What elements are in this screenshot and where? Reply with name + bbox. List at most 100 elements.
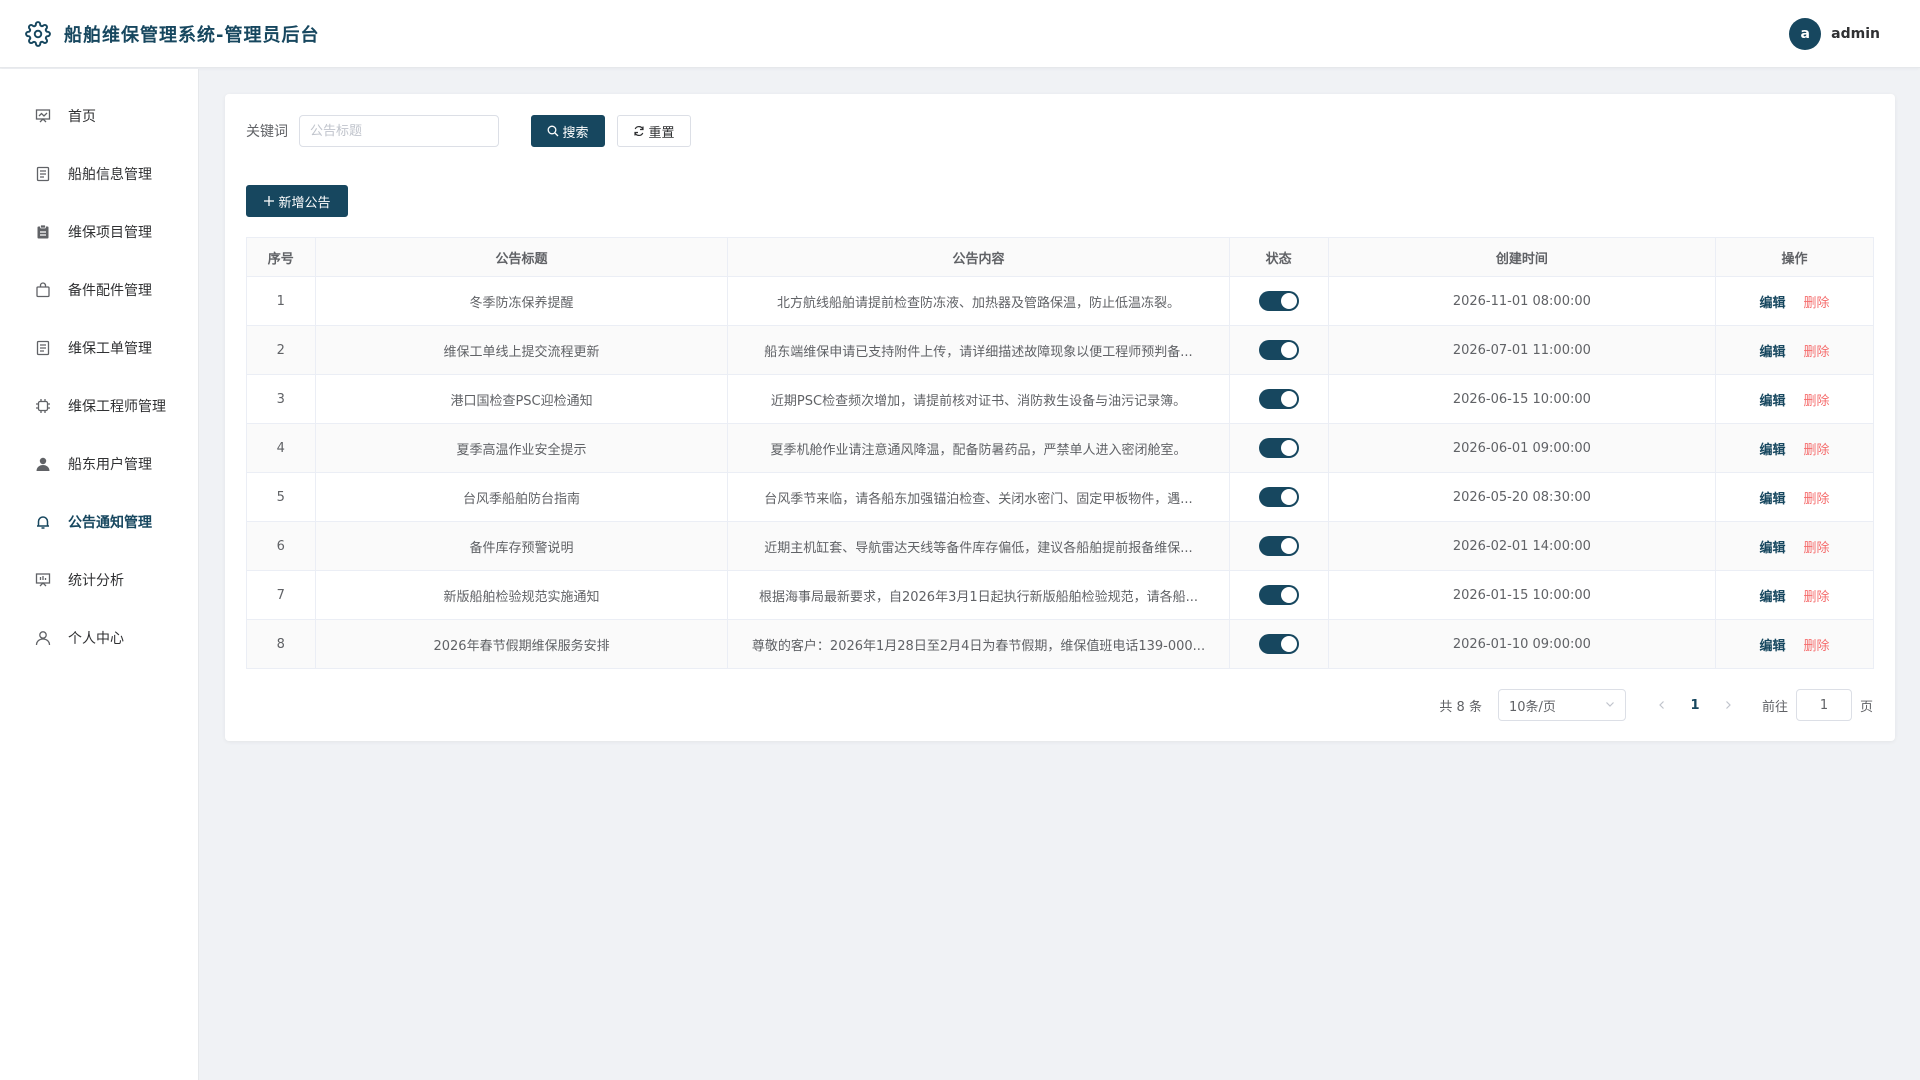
sidebar-item-ship-info[interactable]: 船舶信息管理	[0, 145, 198, 203]
status-toggle[interactable]	[1258, 438, 1299, 458]
delete-button[interactable]: 删除	[1803, 492, 1829, 507]
cell-index: 8	[246, 619, 316, 669]
sidebar-item-label: 船东用户管理	[68, 457, 152, 473]
plus-icon	[263, 195, 275, 207]
cell-status	[1228, 423, 1329, 473]
delete-button[interactable]: 删除	[1803, 296, 1829, 311]
edit-button[interactable]: 编辑	[1759, 639, 1785, 654]
cell-actions: 编辑 删除	[1714, 276, 1875, 326]
sidebar-item-label: 首页	[68, 109, 96, 125]
status-toggle[interactable]	[1258, 487, 1299, 507]
edit-button[interactable]: 编辑	[1759, 345, 1785, 360]
sidebar-item-announcements[interactable]: 公告通知管理	[0, 493, 198, 551]
sidebar-item-label: 维保项目管理	[68, 225, 152, 241]
cell-created: 2026-11-01 08:00:00	[1327, 276, 1716, 326]
cell-status	[1228, 374, 1329, 424]
delete-button[interactable]: 删除	[1803, 541, 1829, 556]
sidebar-item-label: 维保工单管理	[68, 341, 152, 357]
cell-status	[1228, 472, 1329, 522]
sidebar-item-label: 个人中心	[68, 631, 124, 647]
edit-button[interactable]: 编辑	[1759, 394, 1785, 409]
add-announcement-button[interactable]: 新增公告	[246, 185, 348, 217]
table-body: 1 冬季防冻保养提醒 北方航线船舶请提前检查防冻液、加热器及管路保温，防止低温冻裂。…	[246, 276, 1875, 669]
toggle-knob	[1280, 489, 1297, 505]
delete-button[interactable]: 删除	[1803, 345, 1829, 360]
sidebar-item-engineers[interactable]: 维保工程师管理	[0, 377, 198, 435]
cell-content: 台风季节来临，请各船东加强锚泊检查、关闭水密门、固定甲板物件，遇...	[727, 472, 1230, 522]
table-row: 3 港口国检查PSC迎检通知 近期PSC检查频次增加，请提前核对证书、消防救生设备与…	[246, 374, 1875, 424]
cell-content: 根据海事局最新要求，自2026年3月1日起执行新版船舶检验规范，请各船...	[727, 570, 1230, 620]
status-toggle[interactable]	[1258, 291, 1299, 311]
cell-title: 新版船舶检验规范实施通知	[314, 570, 729, 620]
keyword-input[interactable]	[299, 115, 499, 147]
avatar[interactable]: a	[1789, 17, 1822, 50]
cell-index: 2	[246, 325, 316, 375]
cell-created: 2026-06-01 09:00:00	[1327, 423, 1716, 473]
sidebar-item-spare-parts[interactable]: 备件配件管理	[0, 261, 198, 319]
sidebar-item-home[interactable]: 首页	[0, 87, 198, 145]
presentation-icon	[34, 107, 52, 125]
delete-button[interactable]: 删除	[1803, 590, 1829, 605]
status-toggle[interactable]	[1258, 340, 1299, 360]
page-size-value: 10条/页	[1508, 699, 1556, 715]
status-toggle[interactable]	[1258, 634, 1299, 654]
sidebar-item-ship-owners[interactable]: 船东用户管理	[0, 435, 198, 493]
status-toggle[interactable]	[1258, 536, 1299, 556]
table-row: 2 维保工单线上提交流程更新 船东端维保申请已支持附件上传，请详细描述故障现象以便工…	[246, 325, 1875, 375]
search-icon	[547, 125, 559, 137]
delete-button[interactable]: 删除	[1803, 639, 1829, 654]
username[interactable]: admin	[1831, 26, 1880, 42]
column-header-created: 创建时间	[1327, 237, 1716, 277]
sidebar-item-statistics[interactable]: 统计分析	[0, 551, 198, 609]
add-button-label: 新增公告	[278, 195, 331, 211]
edit-button[interactable]: 编辑	[1759, 492, 1785, 507]
table-row: 8 2026年春节假期维保服务安排 尊敬的客户：2026年1月28日至2月4日为春节…	[246, 619, 1875, 669]
chevron-down-icon	[1605, 698, 1615, 713]
page-size-select[interactable]: 10条/页	[1497, 689, 1626, 721]
sidebar-item-work-orders[interactable]: 维保工单管理	[0, 319, 198, 377]
cell-actions: 编辑 删除	[1714, 521, 1875, 571]
cell-content: 尊敬的客户：2026年1月28日至2月4日为春节假期，维保值班电话139-000…	[727, 619, 1230, 669]
edit-button[interactable]: 编辑	[1759, 590, 1785, 605]
cell-actions: 编辑 删除	[1714, 570, 1875, 620]
cell-status	[1228, 619, 1329, 669]
clipboard-icon	[34, 223, 52, 241]
cell-status	[1228, 276, 1329, 326]
table-row: 7 新版船舶检验规范实施通知 根据海事局最新要求，自2026年3月1日起执行新版船舶…	[246, 570, 1875, 620]
edit-button[interactable]: 编辑	[1759, 541, 1785, 556]
page-number[interactable]: 1	[1680, 698, 1710, 713]
cell-status	[1228, 570, 1329, 620]
goto-label: 前往	[1761, 699, 1788, 715]
cell-status	[1228, 325, 1329, 375]
gear-icon	[24, 20, 52, 48]
delete-button[interactable]: 删除	[1803, 443, 1829, 458]
next-page-button[interactable]	[1716, 691, 1740, 719]
reset-button[interactable]: 重置	[617, 115, 691, 147]
cell-created: 2026-01-15 10:00:00	[1327, 570, 1716, 620]
search-button-label: 搜索	[562, 125, 589, 141]
toggle-knob	[1280, 391, 1297, 407]
delete-button[interactable]: 删除	[1803, 394, 1829, 409]
status-toggle[interactable]	[1258, 389, 1299, 409]
toggle-knob	[1280, 293, 1297, 309]
cell-index: 4	[246, 423, 316, 473]
edit-button[interactable]: 编辑	[1759, 443, 1785, 458]
total-count: 共 8 条	[1439, 699, 1482, 715]
bell-icon	[34, 513, 52, 531]
status-toggle[interactable]	[1258, 585, 1299, 605]
table-header-row: 序号 公告标题 公告内容 状态 创建时间 操作	[246, 237, 1875, 277]
page-suffix: 页	[1859, 699, 1873, 715]
edit-button[interactable]: 编辑	[1759, 296, 1785, 311]
goto-page-input[interactable]	[1795, 689, 1852, 721]
sidebar-item-label: 维保工程师管理	[68, 399, 166, 415]
sidebar-item-profile[interactable]: 个人中心	[0, 609, 198, 667]
announcement-panel: 关键词 搜索 重置 新增公告	[225, 94, 1895, 741]
sidebar-item-maintenance-items[interactable]: 维保项目管理	[0, 203, 198, 261]
cpu-icon	[34, 397, 52, 415]
cell-content: 北方航线船舶请提前检查防冻液、加热器及管路保温，防止低温冻裂。	[727, 276, 1230, 326]
prev-page-button[interactable]	[1650, 691, 1674, 719]
search-button[interactable]: 搜索	[531, 115, 605, 147]
user-menu[interactable]: a admin	[1789, 17, 1880, 50]
cell-index: 1	[246, 276, 316, 326]
cell-content: 近期主机缸套、导航雷达天线等备件库存偏低，建议各船舶提前报备维保...	[727, 521, 1230, 571]
